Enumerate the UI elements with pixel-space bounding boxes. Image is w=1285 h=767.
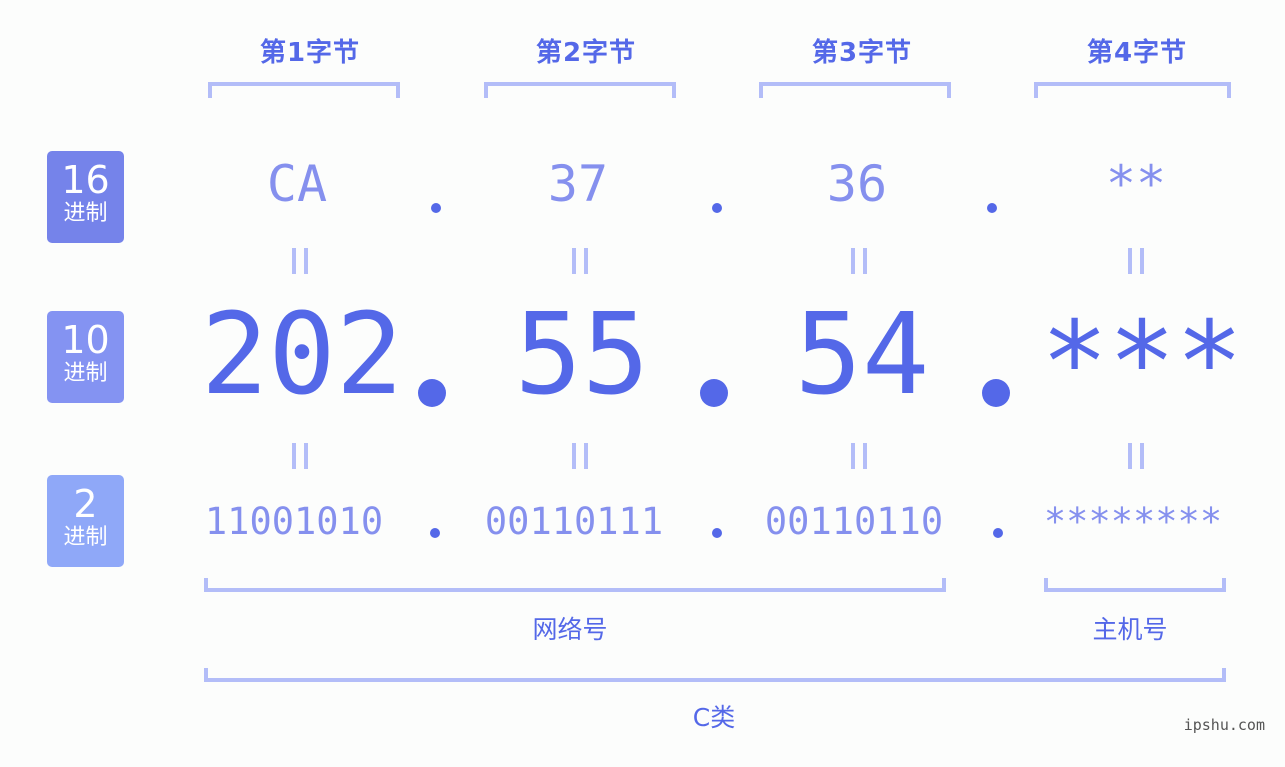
binary-byte-3: 00110110 [764, 500, 944, 543]
byte-bracket-4 [1034, 82, 1231, 98]
byte-bracket-2 [484, 82, 676, 98]
watermark: ipshu.com [1183, 716, 1265, 734]
equals-icon [572, 248, 588, 274]
byte-bracket-3 [759, 82, 951, 98]
hex-separator-3 [987, 203, 997, 213]
binary-separator-1 [430, 528, 440, 538]
decimal-byte-4: *** [1040, 298, 1244, 428]
equals-icon [851, 248, 867, 274]
byte-label-2: 第2字节 [535, 38, 637, 68]
badge-binary-number: 2 [73, 482, 98, 526]
binary-byte-4: ******** [1043, 500, 1223, 543]
hex-separator-1 [431, 203, 441, 213]
byte-label-3: 第3字节 [811, 38, 913, 68]
decimal-byte-3: 54 [794, 290, 930, 420]
decimal-separator-2 [700, 379, 728, 407]
badge-hex: 16 进制 [47, 151, 124, 243]
equals-icon [1128, 443, 1144, 469]
host-bracket [1044, 578, 1226, 592]
class-bracket [204, 668, 1226, 682]
hex-byte-2: 37 [547, 155, 609, 213]
equals-icon [292, 248, 308, 274]
decimal-byte-1: 202 [200, 290, 404, 420]
decimal-separator-3 [982, 379, 1010, 407]
binary-byte-2: 00110111 [484, 500, 664, 543]
badge-decimal-unit: 进制 [63, 361, 108, 386]
network-bracket [204, 578, 946, 592]
hex-byte-3: 36 [826, 155, 888, 213]
equals-icon [572, 443, 588, 469]
binary-separator-3 [993, 528, 1003, 538]
equals-icon [851, 443, 867, 469]
badge-binary: 2 进制 [47, 475, 124, 567]
equals-icon [292, 443, 308, 469]
equals-icon [1128, 248, 1144, 274]
badge-decimal: 10 进制 [47, 311, 124, 403]
class-label: C类 [692, 703, 736, 732]
decimal-separator-1 [418, 379, 446, 407]
byte-label-4: 第4字节 [1086, 38, 1188, 68]
hex-byte-1: CA [266, 155, 328, 213]
byte-label-1: 第1字节 [259, 38, 361, 68]
binary-byte-1: 11001010 [204, 500, 384, 543]
byte-bracket-1 [208, 82, 400, 98]
badge-hex-unit: 进制 [63, 201, 108, 226]
host-label: 主机号 [1092, 615, 1168, 644]
badge-decimal-number: 10 [61, 318, 110, 362]
hex-byte-4: ** [1105, 155, 1167, 213]
hex-separator-2 [712, 203, 722, 213]
badge-hex-number: 16 [61, 158, 110, 202]
badge-binary-unit: 进制 [63, 525, 108, 550]
decimal-byte-2: 55 [514, 290, 650, 420]
binary-separator-2 [712, 528, 722, 538]
network-label: 网络号 [532, 615, 608, 644]
